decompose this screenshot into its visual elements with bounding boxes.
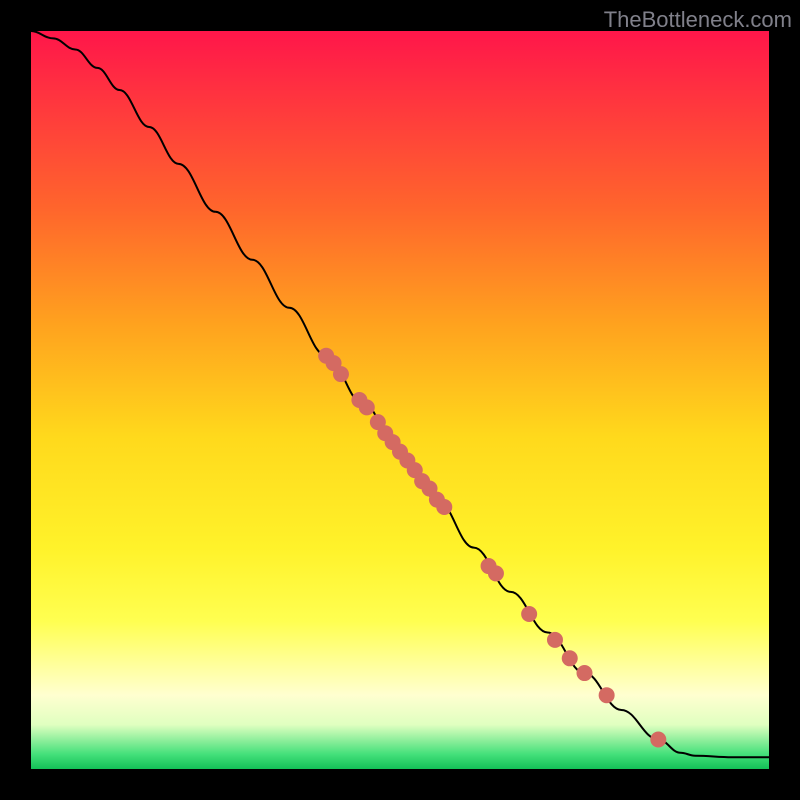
- curve-layer: [31, 31, 769, 757]
- plot-area: [31, 31, 769, 769]
- data-point: [650, 731, 666, 747]
- data-point: [359, 399, 375, 415]
- data-point: [436, 499, 452, 515]
- data-point: [488, 565, 504, 581]
- watermark-text: TheBottleneck.com: [604, 7, 792, 33]
- chart-stage: TheBottleneck.com: [0, 0, 800, 800]
- data-point: [521, 606, 537, 622]
- points-layer: [318, 348, 666, 748]
- data-point: [547, 632, 563, 648]
- curve: [31, 31, 769, 757]
- data-point: [577, 665, 593, 681]
- data-point: [562, 650, 578, 666]
- data-point: [599, 687, 615, 703]
- chart-svg: [31, 31, 769, 769]
- data-point: [333, 366, 349, 382]
